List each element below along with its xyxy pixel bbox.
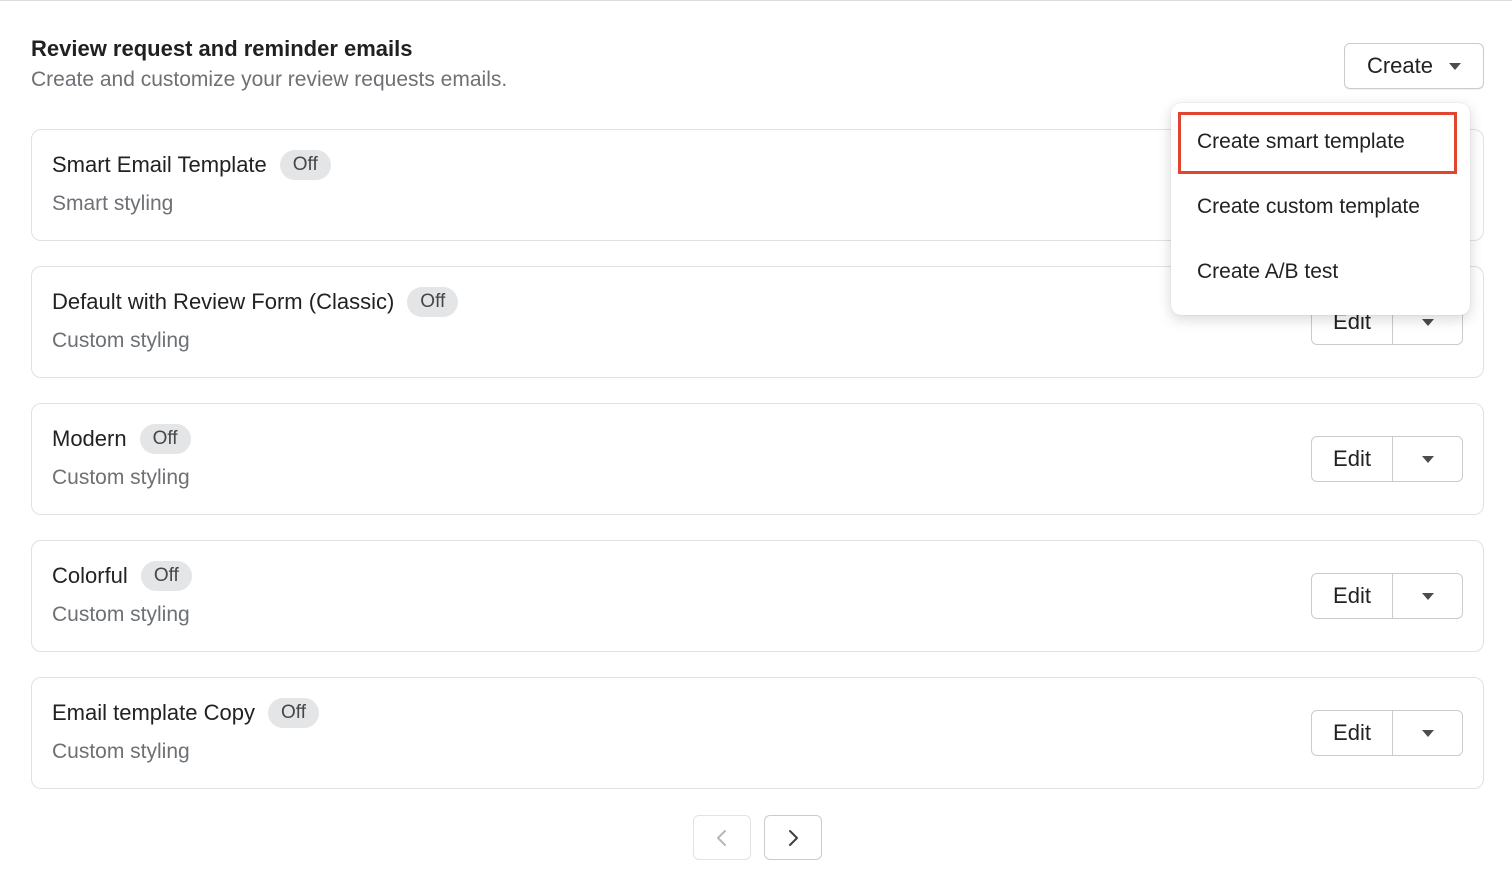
chevron-down-icon — [1421, 729, 1434, 737]
template-title: Smart Email Template — [52, 152, 267, 177]
template-card: Modern Off Custom styling Edit — [31, 403, 1484, 515]
chevron-down-icon — [1421, 455, 1434, 463]
template-styling: Custom styling — [52, 740, 190, 763]
status-badge: Off — [279, 150, 331, 180]
template-actions: Edit — [1311, 710, 1463, 756]
chevron-right-icon — [789, 829, 798, 846]
template-title: Colorful — [52, 563, 128, 588]
next-page-button[interactable] — [764, 815, 822, 860]
more-actions-button[interactable] — [1393, 574, 1462, 618]
chevron-down-icon — [1449, 62, 1462, 70]
template-title: Email template Copy — [52, 700, 255, 725]
more-actions-button[interactable] — [1393, 437, 1462, 481]
create-dropdown-menu: Create smart template Create custom temp… — [1171, 103, 1470, 315]
template-styling: Custom styling — [52, 466, 190, 489]
edit-button[interactable]: Edit — [1312, 574, 1393, 618]
template-title: Modern — [52, 426, 127, 451]
chevron-down-icon — [1421, 592, 1434, 600]
template-styling: Custom styling — [52, 329, 190, 352]
status-badge: Off — [139, 424, 191, 454]
status-badge: Off — [267, 698, 319, 728]
template-card: Email template Copy Off Custom styling E… — [31, 677, 1484, 789]
menu-item-create-smart-template[interactable]: Create smart template — [1197, 130, 1405, 154]
section-title: Review request and reminder emails — [31, 36, 413, 61]
more-actions-button[interactable] — [1393, 711, 1462, 755]
chevron-left-icon — [717, 829, 726, 846]
menu-item-create-custom-template[interactable]: Create custom template — [1197, 195, 1420, 219]
template-styling: Smart styling — [52, 192, 174, 215]
status-badge: Off — [407, 287, 459, 317]
template-actions: Edit — [1311, 436, 1463, 482]
status-badge: Off — [140, 561, 192, 591]
edit-button[interactable]: Edit — [1312, 437, 1393, 481]
chevron-down-icon — [1421, 318, 1434, 326]
template-actions: Edit — [1311, 573, 1463, 619]
create-button-label: Create — [1366, 53, 1434, 78]
section-subtitle: Create and customize your review request… — [31, 68, 508, 91]
template-styling: Custom styling — [52, 603, 190, 626]
edit-button[interactable]: Edit — [1312, 711, 1393, 755]
template-card: Colorful Off Custom styling Edit — [31, 540, 1484, 652]
previous-page-button[interactable] — [693, 815, 751, 860]
create-button[interactable]: Create — [1344, 43, 1484, 89]
menu-item-create-ab-test[interactable]: Create A/B test — [1197, 260, 1338, 284]
template-title: Default with Review Form (Classic) — [52, 289, 395, 314]
top-divider — [0, 0, 1512, 1]
